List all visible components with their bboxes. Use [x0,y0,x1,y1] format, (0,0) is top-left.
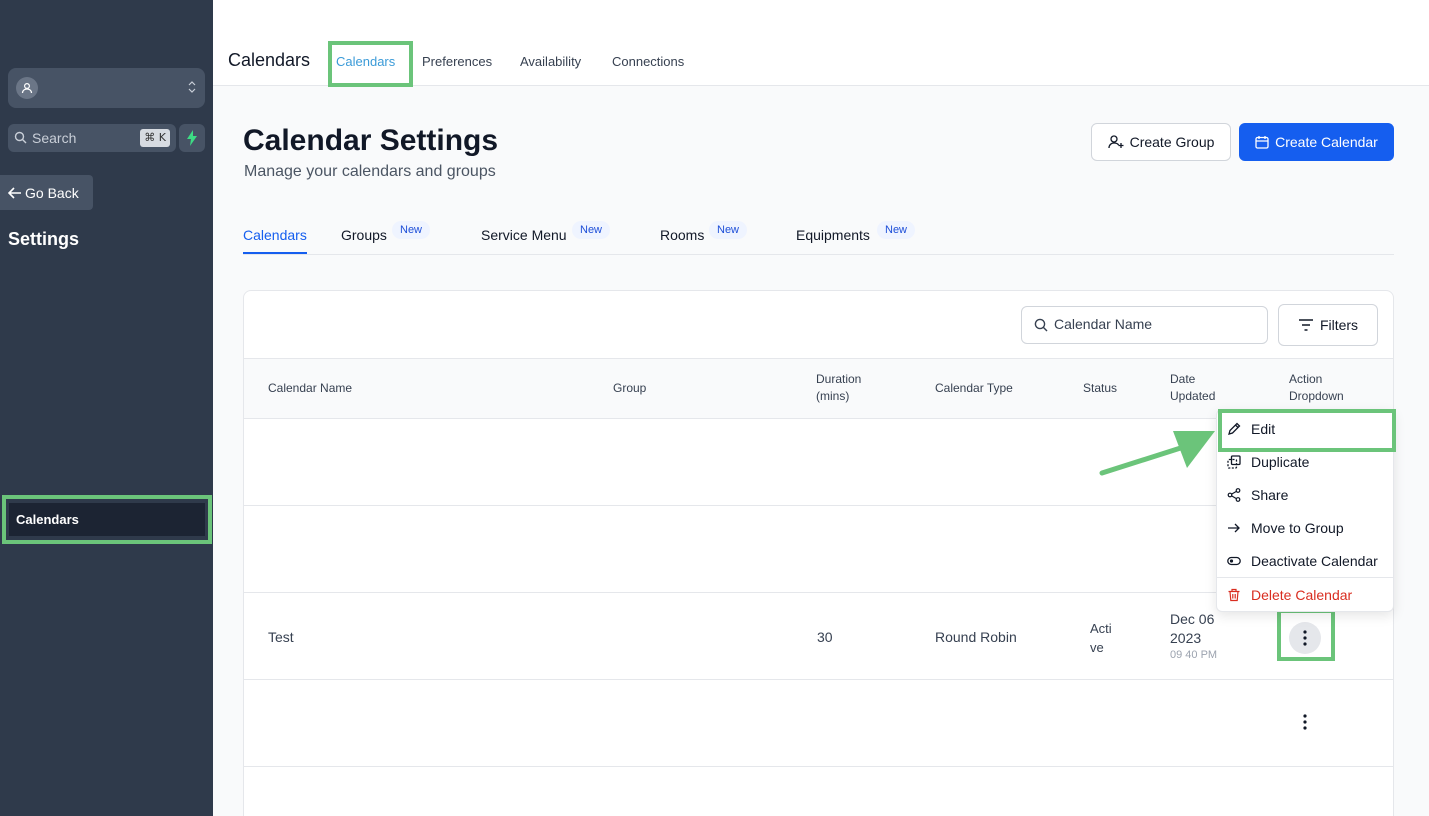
menu-item-label: Move to Group [1251,519,1344,536]
top-nav: Calendars Calendars Preferences Availabi… [213,0,1429,87]
new-badge: New [709,221,748,239]
arrow-right-icon [1228,523,1240,532]
row-status-line1: Acti [1090,621,1112,636]
row-calendar-type: Round Robin [935,629,1017,645]
search-shortcut: ⌘ K [140,129,170,147]
col-duration-line2: (mins) [816,389,850,403]
go-back-button[interactable]: Go Back [0,175,93,210]
col-calendar-type[interactable]: Calendar Type [935,380,1013,397]
toggle-icon [1227,556,1241,565]
calendar-name-search[interactable] [1021,306,1268,344]
sidebar: Search ⌘ K Go Back Settings Calendars [0,0,213,816]
highlight-box [2,495,212,544]
new-badge: New [877,221,916,239]
col-action-line1: Action [1289,372,1323,386]
create-calendar-label: Create Calendar [1275,134,1378,150]
tab-availability[interactable]: Availability [520,54,581,69]
active-tab-underline [243,252,307,254]
filters-label: Filters [1319,317,1359,333]
filter-icon [1298,319,1313,331]
row-action-button[interactable] [1289,706,1321,738]
table-row[interactable] [244,680,1393,767]
menu-item-label: Delete Calendar [1251,586,1353,603]
menu-item-delete-calendar[interactable]: Delete Calendar [1217,578,1393,611]
search-icon [14,131,27,149]
sidebar-search[interactable]: Search ⌘ K [8,124,176,152]
kebab-icon [1303,714,1307,730]
row-date-updated: Dec 06 2023 09 40 PM [1170,610,1217,662]
sidebar-search-placeholder: Search [32,130,77,146]
col-action-line2: Dropdown [1289,389,1344,403]
subtab-equipments[interactable]: Equipments [796,227,870,243]
create-calendar-button[interactable]: Create Calendar [1239,123,1394,161]
col-date-line1: Date [1170,372,1196,386]
row-calendar-name: Test [268,629,294,645]
add-user-icon [1107,135,1124,149]
menu-item-deactivate-calendar[interactable]: Deactivate Calendar [1217,544,1393,577]
menu-item-move-to-group[interactable]: Move to Group [1217,511,1393,544]
row-status-line2: ve [1090,640,1104,655]
menu-item-label: Duplicate [1251,453,1310,470]
col-duration-line1: Duration [816,372,862,386]
row-date-line2: 2023 [1170,630,1202,646]
sidebar-section-title: Settings [8,229,80,249]
highlight-box [1218,409,1396,452]
copy-icon [1227,454,1241,469]
create-group-label: Create Group [1129,134,1215,150]
row-status: Acti ve [1090,619,1112,657]
tab-connections[interactable]: Connections [612,54,684,69]
row-time: 09 40 PM [1170,649,1218,661]
col-date-updated[interactable]: Date Updated [1170,371,1215,405]
col-status[interactable]: Status [1083,380,1117,397]
col-action-dropdown: Action Dropdown [1289,371,1344,405]
create-group-button[interactable]: Create Group [1091,123,1231,161]
arrow-left-icon [8,186,21,199]
row-duration: 30 [817,629,833,645]
col-date-line2: Updated [1170,389,1216,403]
menu-item-label: Share [1251,486,1289,503]
account-switcher[interactable] [8,68,205,108]
page-subtitle: Manage your calendars and groups [244,163,496,180]
new-badge: New [392,221,431,239]
subtab-calendars[interactable]: Calendars [243,227,307,243]
col-group[interactable]: Group [613,380,646,397]
go-back-label: Go Back [25,184,79,201]
highlight-box [1277,609,1335,661]
top-nav-title: Calendars [228,50,311,70]
search-icon [1034,318,1048,337]
subtab-groups[interactable]: Groups [341,227,387,243]
tab-preferences[interactable]: Preferences [422,54,492,69]
col-calendar-name[interactable]: Calendar Name [268,380,352,397]
page-title: Calendar Settings [243,124,499,157]
trash-icon [1228,588,1240,601]
annotation-arrow-icon [1099,431,1215,476]
highlight-box [328,41,413,87]
quick-action-button[interactable] [179,124,205,152]
filters-button[interactable]: Filters [1278,304,1378,346]
row-date-line1: Dec 06 [1170,611,1215,627]
chevron-updown-icon [187,78,197,101]
user-icon [16,77,38,99]
calendar-icon [1255,136,1269,149]
new-badge: New [572,221,611,239]
lightning-icon [187,130,197,146]
subtabs: Calendars Groups New Service Menu New Ro… [243,218,1394,255]
subtab-rooms[interactable]: Rooms [660,227,704,243]
menu-item-label: Deactivate Calendar [1251,552,1378,569]
col-duration[interactable]: Duration (mins) [816,371,861,405]
share-icon [1227,487,1241,502]
menu-item-share[interactable]: Share [1217,478,1393,511]
calendar-name-input[interactable] [1054,316,1254,332]
subtab-service-menu[interactable]: Service Menu [481,227,567,243]
